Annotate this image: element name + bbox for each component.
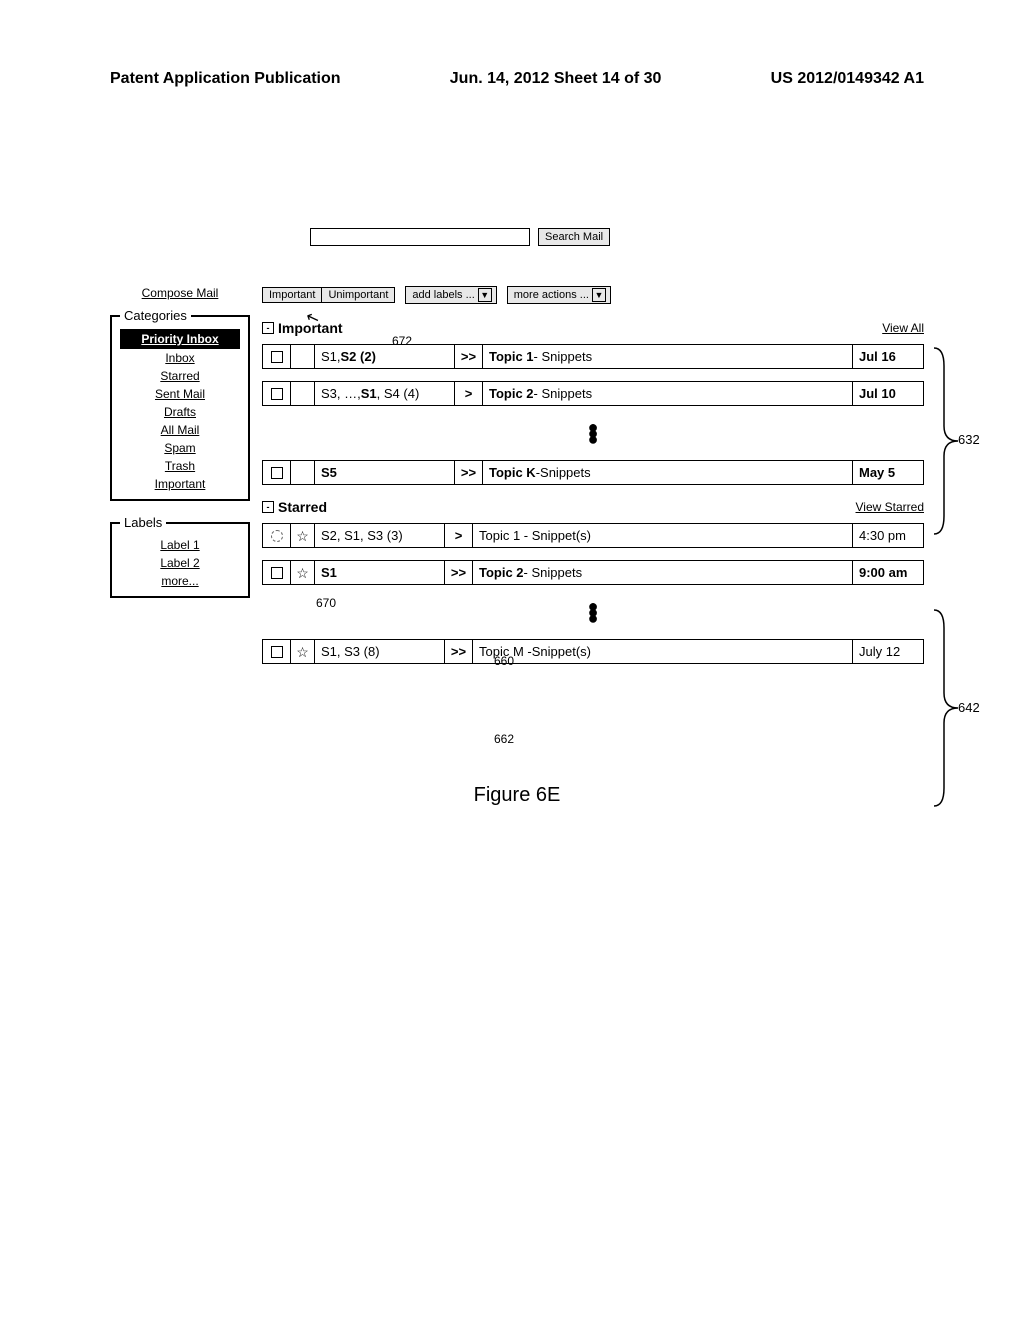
importance-chevron-icon: >>	[455, 345, 483, 368]
senders: S1, S3 (8)	[315, 640, 445, 663]
star-icon[interactable]: ☆	[291, 561, 315, 584]
star-icon[interactable]: ☆	[291, 640, 315, 663]
conversation-row[interactable]: S5>>Topic K-SnippetsMay 5	[262, 460, 924, 485]
mark-unimportant-button[interactable]: Unimportant	[321, 287, 395, 303]
sidebar-item-starred[interactable]: Starred	[120, 367, 240, 385]
collapse-icon[interactable]: -	[262, 322, 274, 334]
add-labels-label: add labels ...	[412, 289, 474, 301]
labels-legend: Labels	[120, 515, 166, 530]
view-all-link[interactable]: View All	[882, 321, 924, 335]
senders: S1, S2 (2)	[315, 345, 455, 368]
important-list: S1, S2 (2)>>Topic 1 - SnippetsJul 16S3, …	[262, 344, 924, 485]
sidebar-item-spam[interactable]: Spam	[120, 439, 240, 457]
sidebar-item-inbox[interactable]: Inbox	[120, 349, 240, 367]
callout-660: 660	[494, 654, 514, 668]
conversation-row[interactable]: ☆S1>>Topic 2 - Snippets9:00 am	[262, 560, 924, 585]
conversation-row[interactable]: S1, S2 (2)>>Topic 1 - SnippetsJul 16	[262, 344, 924, 369]
section-important-title[interactable]: - Important	[262, 320, 343, 336]
date: 9:00 am	[853, 561, 923, 584]
callout-670: 670	[316, 596, 336, 610]
brace-642: 642	[930, 608, 964, 808]
chevron-down-icon: ▼	[592, 288, 606, 302]
callout-672: 672	[392, 334, 412, 348]
content-area: Important Unimportant add labels ... ▼ m…	[262, 286, 924, 664]
pub-left: Patent Application Publication	[110, 70, 341, 88]
star-icon[interactable]: ☆	[291, 524, 315, 547]
importance-chevron-icon: >	[445, 524, 473, 547]
date: Jul 10	[853, 382, 923, 405]
date: May 5	[853, 461, 923, 484]
importance-marker[interactable]	[291, 382, 315, 405]
vertical-ellipsis-icon: ●●●	[262, 424, 924, 442]
importance-marker[interactable]	[291, 345, 315, 368]
labels-group: Labels Label 1 Label 2 more...	[110, 515, 250, 598]
more-actions-label: more actions ...	[514, 289, 589, 301]
compose-mail-link[interactable]: Compose Mail	[110, 286, 250, 300]
sidebar-item-label-2[interactable]: Label 2	[120, 554, 240, 572]
importance-chevron-icon: >>	[445, 640, 473, 663]
senders: S2, S1, S3 (3)	[315, 524, 445, 547]
date: Jul 16	[853, 345, 923, 368]
search-mail-button[interactable]: Search Mail	[538, 228, 610, 246]
callout-662: 662	[494, 732, 514, 746]
checkbox[interactable]	[271, 388, 283, 400]
conversation-row[interactable]: ☆S2, S1, S3 (3)>Topic 1 - Snippet(s)4:30…	[262, 523, 924, 548]
vertical-ellipsis-icon: ●●●	[262, 603, 924, 621]
sidebar-item-sent-mail[interactable]: Sent Mail	[120, 385, 240, 403]
sidebar: Compose Mail Categories Priority Inbox I…	[110, 286, 250, 612]
categories-legend: Categories	[120, 308, 191, 323]
collapse-icon[interactable]: -	[262, 501, 274, 513]
date: July 12	[853, 640, 923, 663]
sidebar-item-drafts[interactable]: Drafts	[120, 403, 240, 421]
sidebar-item-important[interactable]: Important	[120, 475, 240, 493]
importance-marker[interactable]	[291, 461, 315, 484]
sidebar-item-trash[interactable]: Trash	[120, 457, 240, 475]
importance-chevron-icon: >>	[445, 561, 473, 584]
pub-center: Jun. 14, 2012 Sheet 14 of 30	[450, 70, 662, 88]
subject-snippet: Topic 1 - Snippets	[483, 345, 853, 368]
subject-snippet: Topic M -Snippet(s)	[473, 640, 853, 663]
sidebar-item-label-1[interactable]: Label 1	[120, 536, 240, 554]
sidebar-item-priority-inbox[interactable]: Priority Inbox	[120, 329, 240, 349]
section-starred-title[interactable]: - Starred	[262, 499, 327, 515]
subject-snippet: Topic 2 - Snippets	[473, 561, 853, 584]
mark-important-button[interactable]: Important	[262, 287, 321, 303]
subject-snippet: Topic 2 - Snippets	[483, 382, 853, 405]
checkbox[interactable]	[271, 530, 283, 542]
checkbox[interactable]	[271, 467, 283, 479]
view-starred-link[interactable]: View Starred	[856, 500, 924, 514]
figure-caption: Figure 6E	[110, 784, 924, 807]
importance-toggle: Important Unimportant	[262, 287, 395, 303]
checkbox[interactable]	[271, 646, 283, 658]
conversation-row[interactable]: ☆S1, S3 (8)>>Topic M -Snippet(s)July 12	[262, 639, 924, 664]
add-labels-dropdown[interactable]: add labels ... ▼	[405, 286, 496, 304]
importance-chevron-icon: >	[455, 382, 483, 405]
importance-chevron-icon: >>	[455, 461, 483, 484]
more-actions-dropdown[interactable]: more actions ... ▼	[507, 286, 611, 304]
senders: S3, …, S1, S4 (4)	[315, 382, 455, 405]
brace-632: 632	[930, 346, 964, 536]
starred-list: ☆S2, S1, S3 (3)>Topic 1 - Snippet(s)4:30…	[262, 523, 924, 664]
checkbox[interactable]	[271, 351, 283, 363]
date: 4:30 pm	[853, 524, 923, 547]
chevron-down-icon: ▼	[478, 288, 492, 302]
senders: S5	[315, 461, 455, 484]
sidebar-item-all-mail[interactable]: All Mail	[120, 421, 240, 439]
subject-snippet: Topic K-Snippets	[483, 461, 853, 484]
subject-snippet: Topic 1 - Snippet(s)	[473, 524, 853, 547]
checkbox[interactable]	[271, 567, 283, 579]
pub-right: US 2012/0149342 A1	[771, 70, 924, 88]
conversation-row[interactable]: S3, …, S1, S4 (4)>Topic 2 - SnippetsJul …	[262, 381, 924, 406]
senders: S1	[315, 561, 445, 584]
search-input[interactable]	[310, 228, 530, 246]
categories-group: Categories Priority Inbox Inbox Starred …	[110, 308, 250, 501]
sidebar-item-labels-more[interactable]: more...	[120, 572, 240, 590]
